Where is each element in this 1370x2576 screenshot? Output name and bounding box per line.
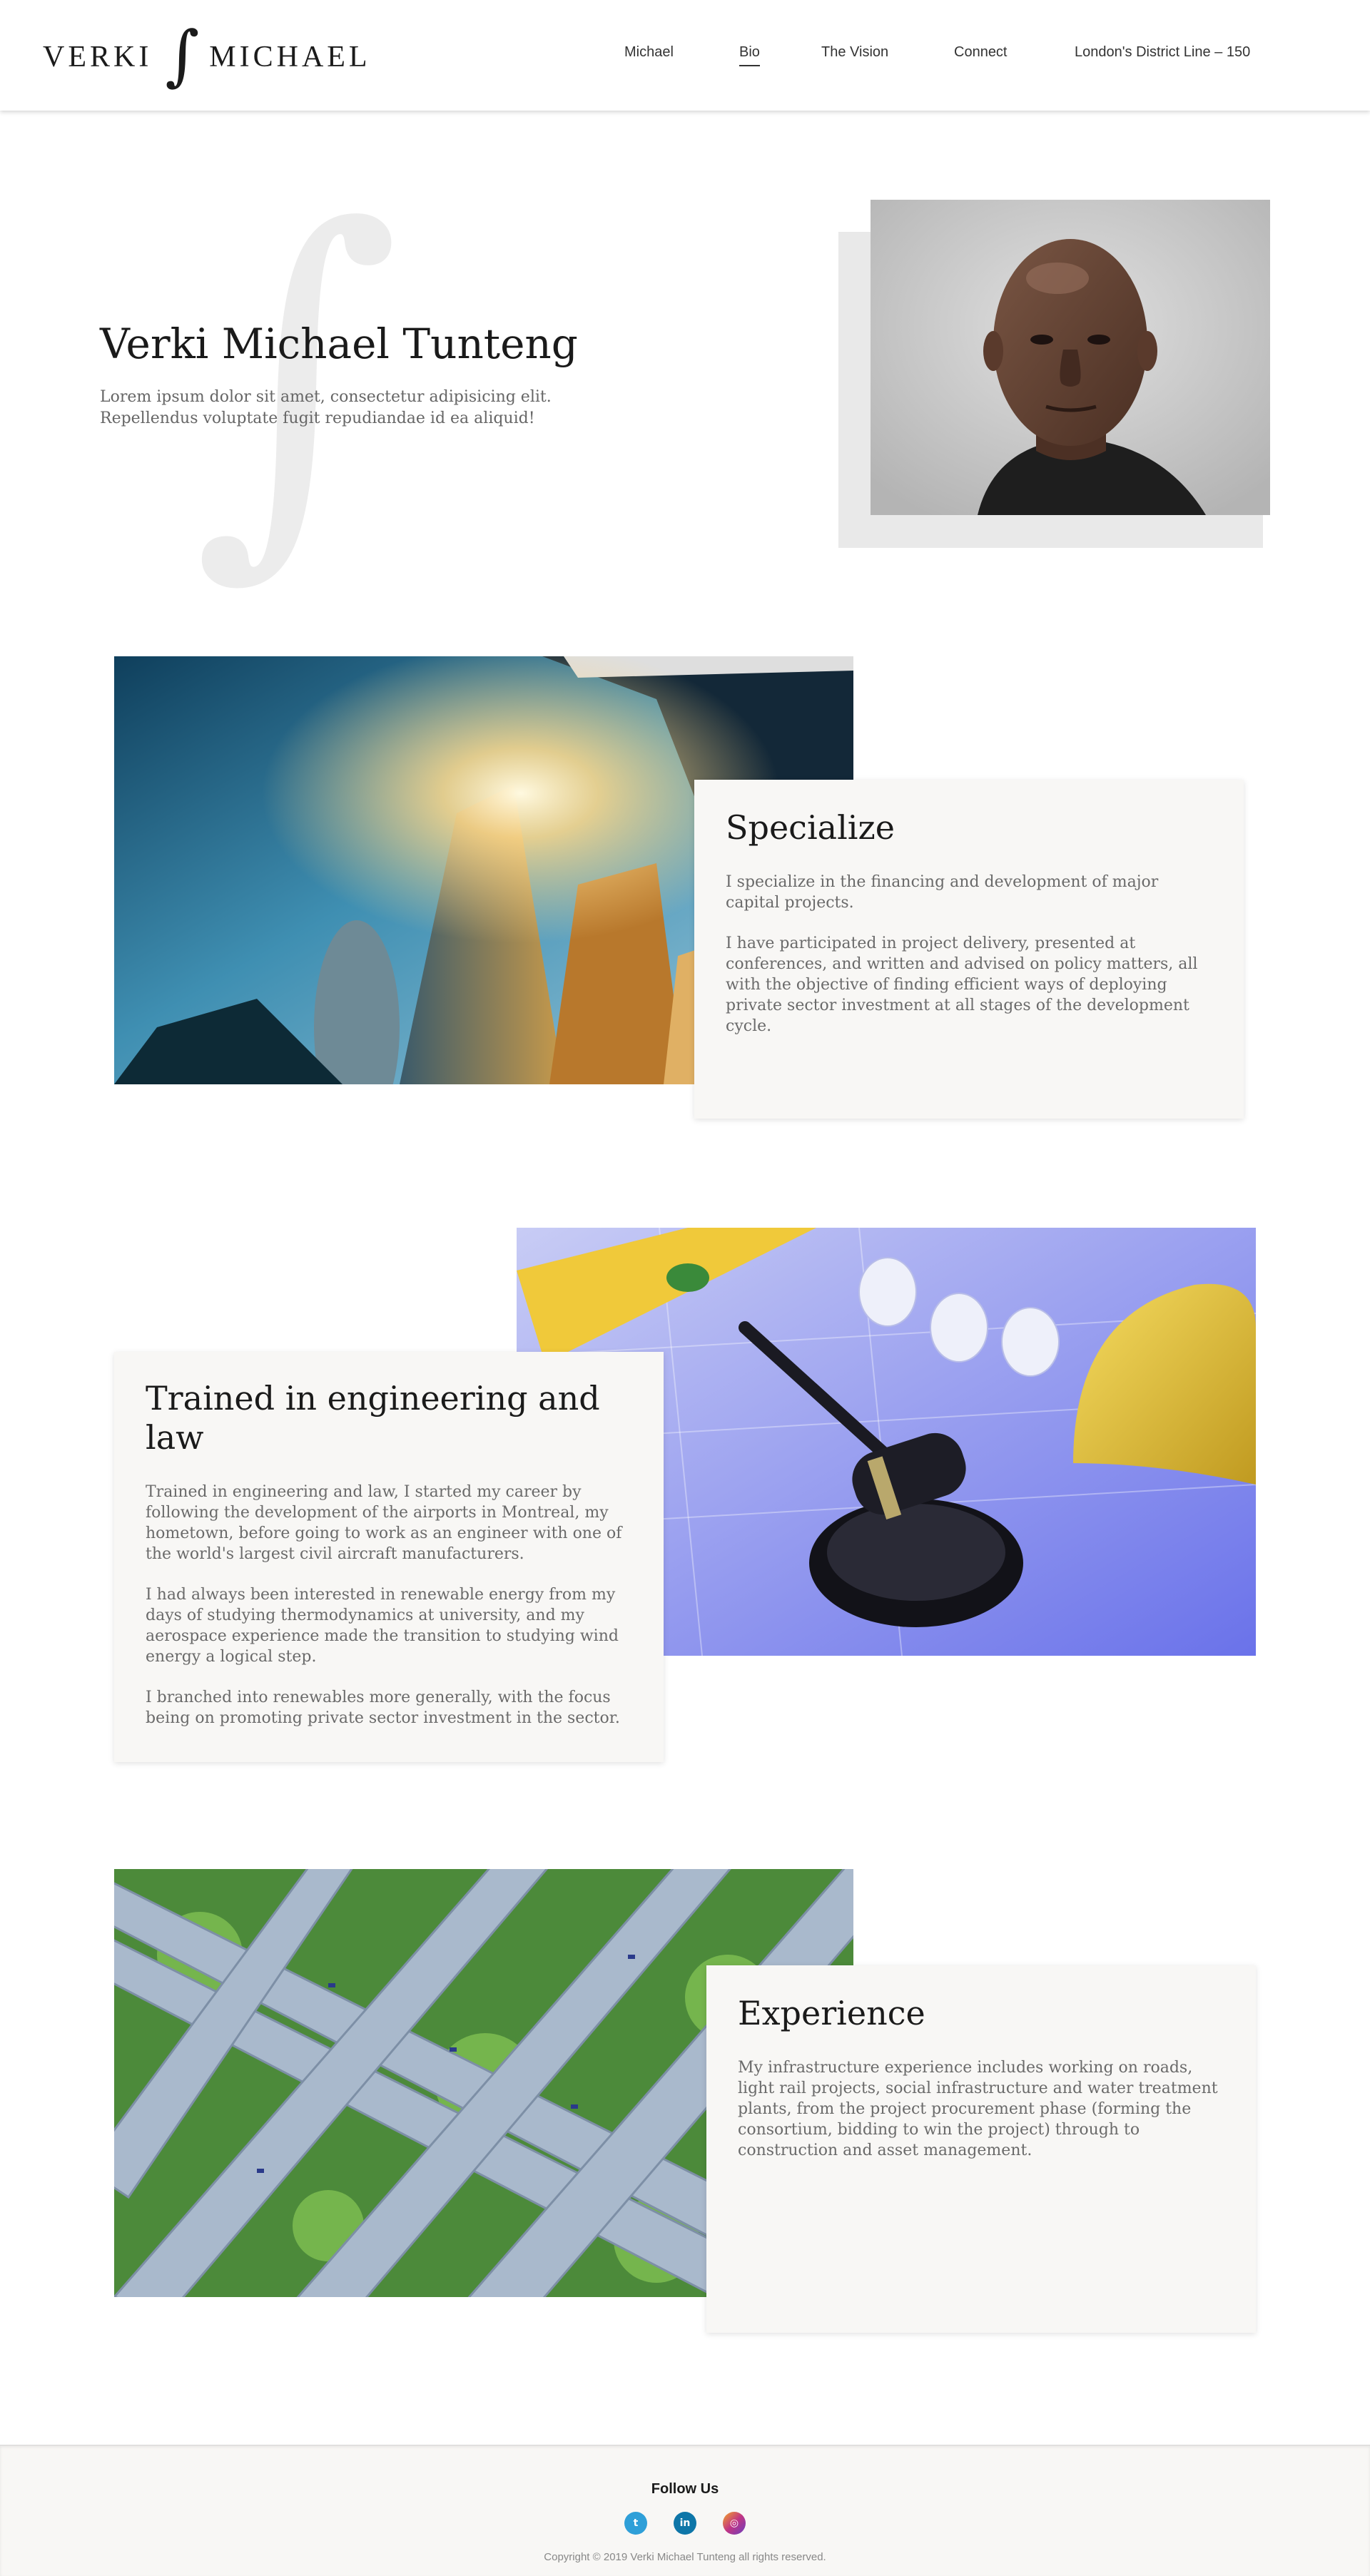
nav-connect[interactable]: Connect [954, 44, 1008, 65]
site-footer: Follow Us t in ◎ Copyright © 2019 Verki … [0, 2445, 1370, 2576]
social-links: t in ◎ [0, 2512, 1370, 2535]
copyright-text: Copyright © 2019 Verki Michael Tunteng a… [544, 2551, 826, 2563]
main-nav: Michael Bio The Vision Connect London's … [0, 44, 1370, 73]
trained-paragraph: Trained in engineering and law, I starte… [146, 1483, 622, 1564]
follow-us-heading: Follow Us [651, 2481, 719, 2497]
portrait-illustration [871, 200, 1270, 515]
specialize-paragraph: I specialize in the financing and develo… [726, 873, 1159, 912]
hero-intro-text: Lorem ipsum dolor sit amet, consectetur … [100, 388, 552, 427]
trained-paragraph: I had always been interested in renewabl… [146, 1586, 619, 1666]
site-header: VERKI ∫ MICHAEL Michael Bio The Vision C… [0, 0, 1370, 111]
experience-card: Experience My infrastructure experience … [706, 1965, 1256, 2333]
portrait-photo [871, 200, 1270, 515]
experience-title: Experience [738, 1994, 925, 2032]
trained-paragraph: I branched into renewables more generall… [146, 1689, 620, 1728]
page-title: Verki Michael Tunteng [100, 320, 578, 368]
nav-district-line[interactable]: London's District Line – 150 [1075, 44, 1250, 65]
experience-paragraph: My infrastructure experience includes wo… [738, 2059, 1218, 2160]
nav-michael[interactable]: Michael [624, 44, 674, 65]
nav-the-vision[interactable]: The Vision [821, 44, 888, 65]
instagram-icon[interactable]: ◎ [723, 2512, 746, 2535]
specialize-title: Specialize [726, 808, 895, 847]
trained-title: Trained in engineering and law [146, 1379, 600, 1457]
specialize-card: Specialize I specialize in the financing… [694, 780, 1244, 1119]
specialize-paragraph: I have participated in project delivery,… [726, 935, 1198, 1036]
nav-bio[interactable]: Bio [739, 44, 760, 66]
linkedin-icon[interactable]: in [674, 2512, 696, 2535]
integral-watermark-icon: ∫ [193, 146, 401, 611]
trained-card: Trained in engineering and law Trained i… [114, 1352, 664, 1762]
twitter-icon[interactable]: t [624, 2512, 647, 2535]
